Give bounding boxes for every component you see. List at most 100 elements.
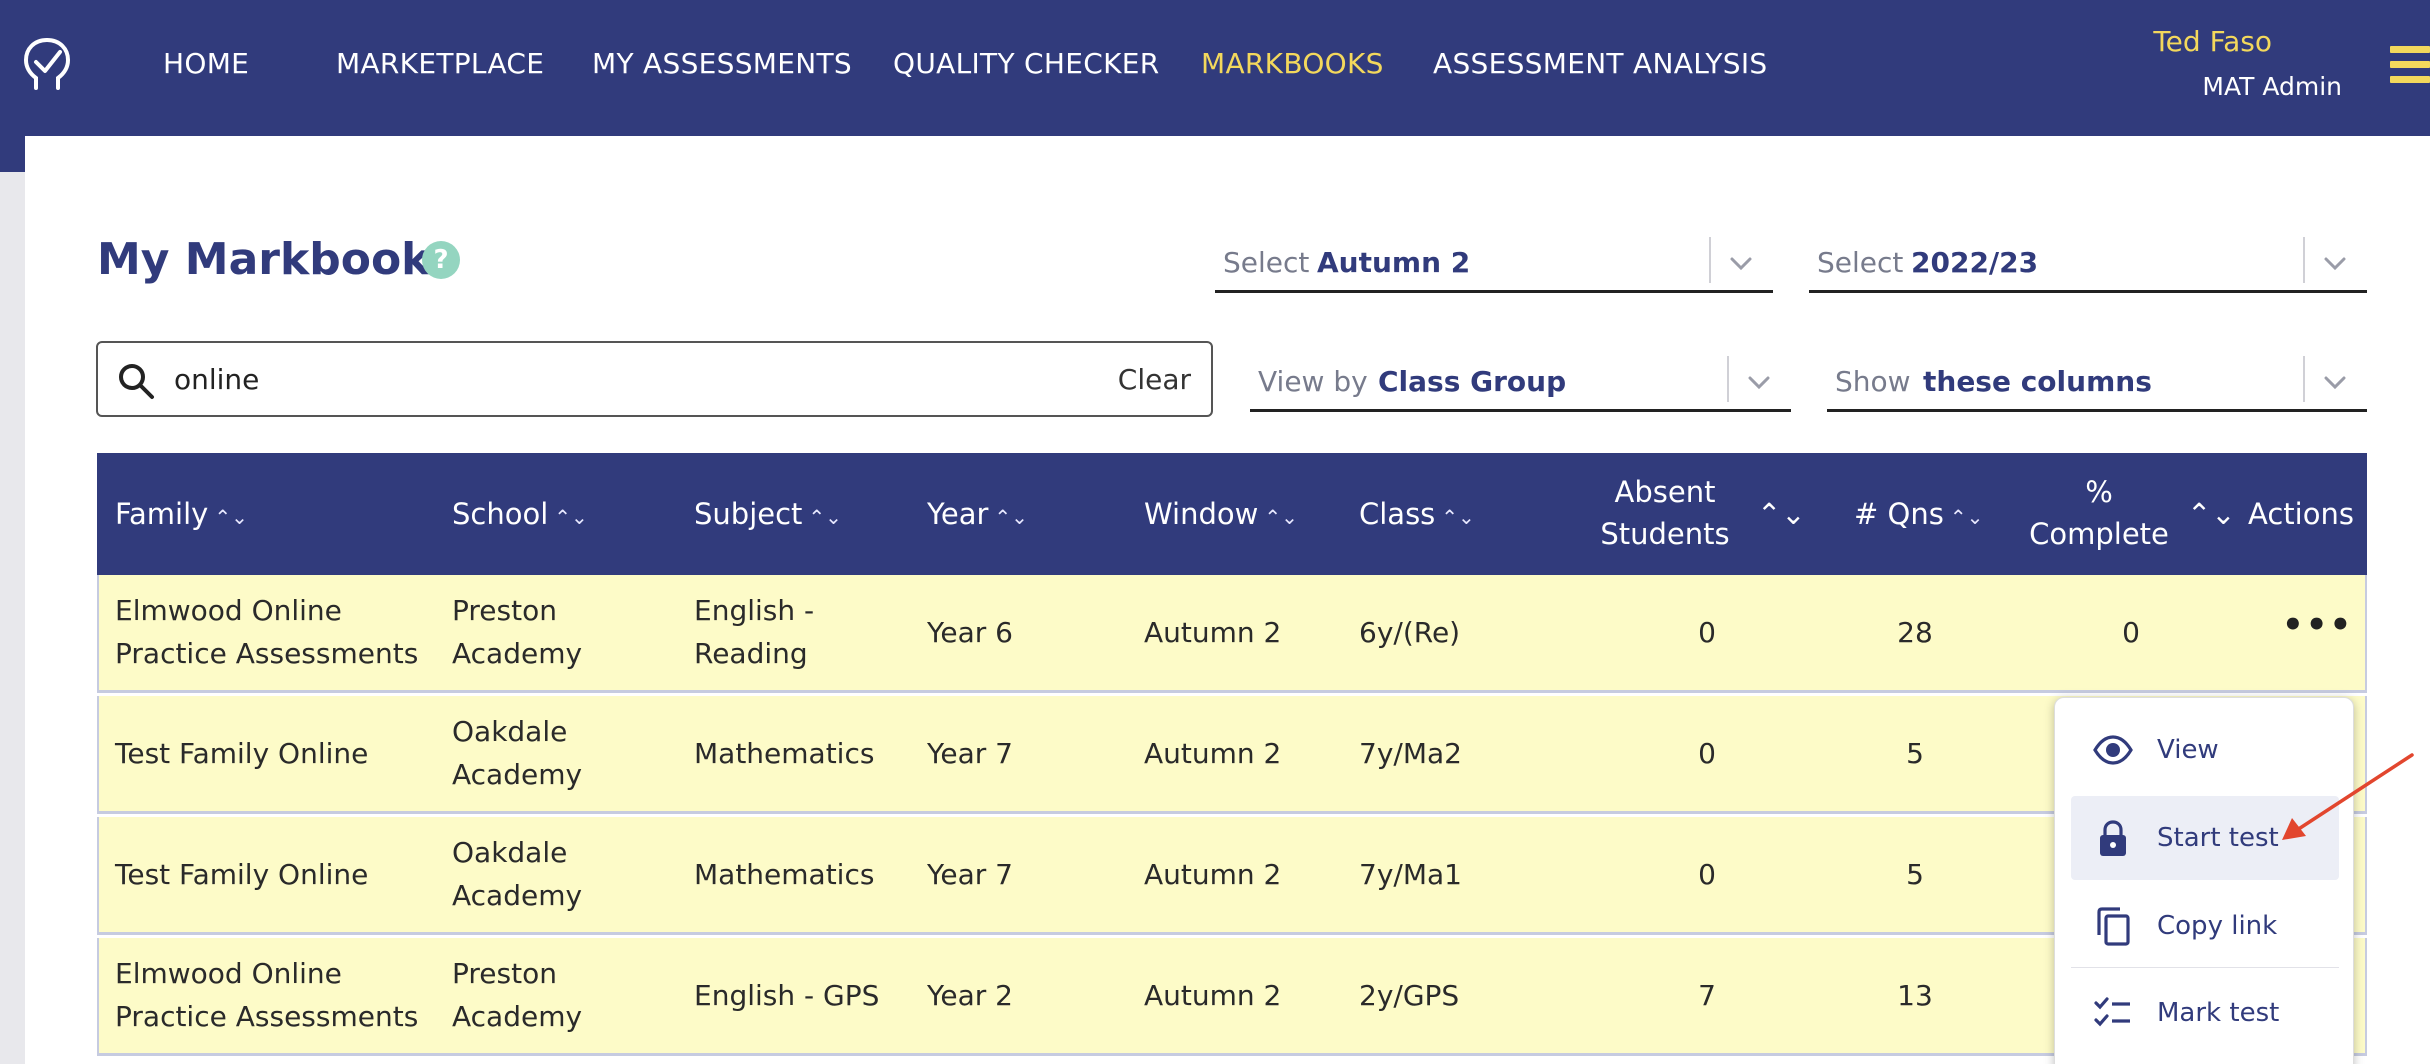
sort-icon[interactable]: ⌃⌄ — [808, 505, 842, 529]
sort-icon[interactable]: ⌃⌄ — [1264, 505, 1298, 529]
cell-family: Elmwood Online Practice Assessments — [115, 957, 419, 1033]
select-separator — [2303, 237, 2305, 283]
window-select-value: Autumn 2 — [1317, 246, 1471, 279]
chevron-down-icon[interactable] — [2317, 245, 2353, 281]
year-select[interactable]: Select 2022/23 — [1809, 233, 2367, 293]
cell-family: Elmwood Online Practice Assessments — [115, 594, 419, 670]
nav-home[interactable]: HOME — [163, 46, 249, 82]
header-family[interactable]: Family ⌃⌄ — [115, 493, 248, 538]
cell-school: Oakdale Academy — [452, 836, 583, 912]
page-title: My Markbooks — [97, 234, 457, 285]
cell-year: Year 7 — [927, 858, 1013, 891]
cell-family: Test Family Online — [115, 858, 369, 891]
show-value: these columns — [1923, 365, 2152, 398]
cell-window: Autumn 2 — [1144, 737, 1282, 770]
show-columns-select[interactable]: Show these columns — [1827, 352, 2367, 412]
sort-icon[interactable]: ⌃⌄ — [1757, 493, 1806, 535]
annotation-arrow-icon — [2282, 753, 2414, 840]
show-label: Show — [1835, 365, 1911, 398]
sort-icon[interactable]: ⌃⌄ — [554, 505, 588, 529]
sort-icon[interactable]: ⌃⌄ — [994, 505, 1028, 529]
search-icon — [119, 364, 154, 399]
header-class[interactable]: Class ⌃⌄ — [1359, 493, 1475, 538]
year-select-label: Select — [1817, 246, 1904, 279]
year-select-value: 2022/23 — [1911, 246, 2039, 279]
sort-icon[interactable]: ⌃⌄ — [1441, 505, 1475, 529]
header-subject[interactable]: Subject ⌃⌄ — [694, 493, 842, 538]
cell-qns: 13 — [1897, 979, 1933, 1012]
chevron-down-icon[interactable] — [1723, 245, 1759, 281]
lock-icon — [2100, 820, 2126, 856]
cell-window: Autumn 2 — [1144, 616, 1282, 649]
cell-subject: Mathematics — [694, 858, 875, 891]
table-header: Family ⌃⌄ School ⌃⌄ Subject ⌃⌄ Year ⌃⌄ Windo… — [97, 453, 2367, 575]
chevron-down-icon[interactable] — [1741, 364, 1777, 400]
checklist-icon — [2094, 997, 2130, 1027]
view-by-label: View by — [1258, 365, 1368, 398]
cell-window: Autumn 2 — [1144, 979, 1282, 1012]
help-icon[interactable]: ? — [422, 241, 460, 279]
cell-year: Year 7 — [927, 737, 1013, 770]
user-name[interactable]: Ted Faso — [2153, 24, 2272, 60]
nav-my-assessments[interactable]: MY ASSESSMENTS — [592, 46, 852, 82]
cell-school: Preston Academy — [452, 594, 583, 670]
header-window[interactable]: Window ⌃⌄ — [1144, 493, 1298, 538]
menu-item-mark-test[interactable]: Mark test — [2071, 971, 2339, 1055]
cell-class: 2y/GPS — [1359, 979, 1460, 1012]
cell-class: 7y/Ma2 — [1359, 737, 1462, 770]
sort-icon[interactable]: ⌃⌄ — [214, 505, 248, 529]
table-row[interactable]: Test Family Online Oakdale Academy Mathem… — [97, 696, 2367, 814]
header-actions: Actions — [2248, 497, 2354, 531]
cell-qns: 28 — [1897, 616, 1933, 649]
cell-subject: English - Reading — [694, 594, 815, 670]
top-nav: HOME MARKETPLACE MY ASSESSMENTS QUALITY … — [0, 0, 2430, 136]
menu-item-copy-link[interactable]: Copy link — [2071, 884, 2339, 968]
cell-school: Oakdale Academy — [452, 715, 583, 791]
select-separator — [1709, 237, 1711, 283]
user-role: MAT Admin — [2202, 72, 2342, 101]
cell-school: Preston Academy — [452, 957, 583, 1033]
cell-window: Autumn 2 — [1144, 858, 1282, 891]
nav-assessment-analysis[interactable]: ASSESSMENT ANALYSIS — [1433, 46, 1767, 82]
sort-icon[interactable]: ⌃⌄ — [1950, 505, 1984, 529]
window-select-label: Select — [1223, 246, 1310, 279]
header-qns[interactable]: # Qns ⌃⌄ — [1854, 493, 1983, 538]
table-row[interactable]: Elmwood Online Practice Assessments Prest… — [97, 575, 2367, 693]
cell-absent: 0 — [1698, 616, 1716, 649]
cell-class: 6y/(Re) — [1359, 616, 1461, 649]
cell-absent: 0 — [1698, 858, 1716, 891]
window-select[interactable]: Select Autumn 2 — [1215, 233, 1773, 293]
header-percent-complete[interactable]: % Complete — [2019, 471, 2179, 555]
logo-icon[interactable] — [22, 36, 72, 92]
header-year[interactable]: Year ⌃⌄ — [927, 493, 1028, 538]
cell-family: Test Family Online — [115, 737, 369, 770]
row-actions-icon[interactable]: ••• — [2282, 605, 2353, 645]
chevron-down-icon[interactable] — [2317, 364, 2353, 400]
nav-edge — [0, 136, 25, 172]
select-separator — [2303, 356, 2305, 402]
cell-class: 7y/Ma1 — [1359, 858, 1462, 891]
nav-quality-checker[interactable]: QUALITY CHECKER — [893, 46, 1160, 82]
search-box[interactable]: online Clear — [96, 341, 1213, 417]
table-row[interactable]: Test Family Online Oakdale Academy Mathem… — [97, 817, 2367, 935]
hamburger-menu-icon[interactable] — [2390, 46, 2430, 84]
sort-icon[interactable]: ⌃⌄ — [2187, 493, 2236, 535]
header-absent-students[interactable]: Absent Students — [1565, 471, 1765, 555]
view-by-select[interactable]: View by Class Group — [1250, 352, 1791, 412]
nav-marketplace[interactable]: MARKETPLACE — [336, 46, 544, 82]
table-row[interactable]: Elmwood Online Practice Assessments Prest… — [97, 938, 2367, 1056]
cell-qns: 5 — [1906, 737, 1924, 770]
cell-qns: 5 — [1906, 858, 1924, 891]
cell-year: Year 6 — [927, 616, 1013, 649]
cell-year: Year 2 — [927, 979, 1013, 1012]
header-school[interactable]: School ⌃⌄ — [452, 493, 588, 538]
search-input[interactable]: online — [174, 360, 259, 400]
menu-divider — [2071, 967, 2339, 968]
eye-icon — [2093, 735, 2133, 765]
view-by-value: Class Group — [1378, 365, 1567, 398]
clear-search-button[interactable]: Clear — [1118, 360, 1191, 400]
cell-complete: 0 — [2122, 616, 2140, 649]
cell-subject: English - GPS — [694, 979, 880, 1012]
select-separator — [1727, 356, 1729, 402]
nav-markbooks[interactable]: MARKBOOKS — [1201, 46, 1384, 82]
